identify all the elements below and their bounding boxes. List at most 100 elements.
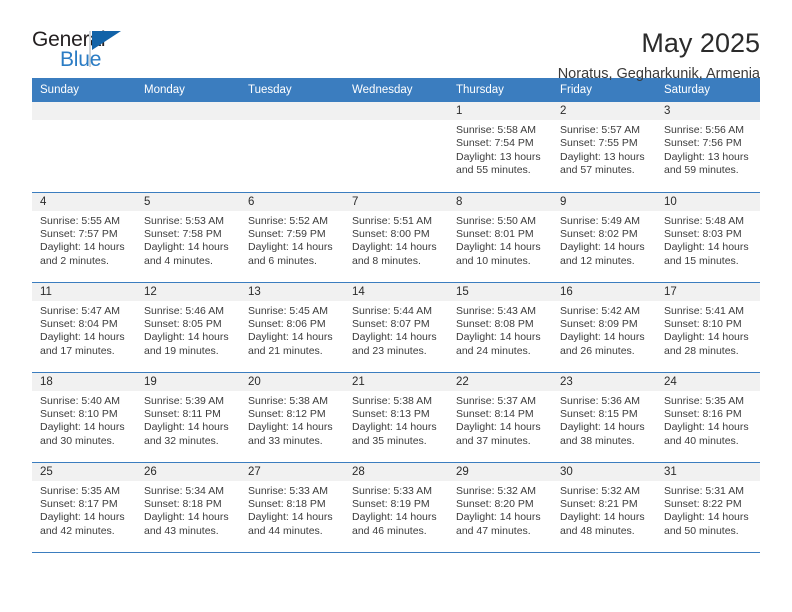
day-number: 22 (448, 372, 552, 391)
day-number: 24 (656, 372, 760, 391)
calendar-day-cell[interactable]: 9 Sunrise: 5:49 AM Sunset: 8:02 PM Daylight… (552, 192, 656, 283)
calendar-week-row: 1 Sunrise: 5:58 AM Sunset: 7:54 PM Daylight… (32, 102, 760, 193)
day-sun-info: Sunrise: 5:43 AM Sunset: 8:08 PM Daylight:… (448, 301, 552, 359)
calendar-day-cell[interactable]: 1 Sunrise: 5:58 AM Sunset: 7:54 PM Daylight… (448, 102, 552, 193)
calendar-day-cell[interactable]: 12 Sunrise: 5:46 AM Sunset: 8:05 PM Dayligh… (136, 282, 240, 373)
sunset-time: Sunset: 8:05 PM (144, 317, 222, 330)
day-cell-content (344, 102, 448, 191)
sunset-time: Sunset: 8:17 PM (40, 497, 118, 510)
day-sun-info: Sunrise: 5:34 AM Sunset: 8:18 PM Daylight:… (136, 481, 240, 539)
sunset-time: Sunset: 7:54 PM (456, 137, 534, 150)
day-sun-info: Sunrise: 5:37 AM Sunset: 8:14 PM Daylight:… (448, 391, 552, 449)
calendar-week-row: 25 Sunrise: 5:35 AM Sunset: 8:17 PM Dayligh… (32, 462, 760, 553)
page-header: General Blue May 2025 Noratus, Gegharkun… (32, 0, 760, 82)
calendar-day-cell[interactable]: 10 Sunrise: 5:48 AM Sunset: 8:03 PM Dayligh… (656, 192, 760, 283)
day-sun-info: Sunrise: 5:39 AM Sunset: 8:11 PM Daylight:… (136, 391, 240, 449)
calendar-day-cell[interactable]: 17 Sunrise: 5:41 AM Sunset: 8:10 PM Dayligh… (656, 282, 760, 373)
sunset-time: Sunset: 8:18 PM (248, 497, 326, 510)
calendar-day-cell[interactable]: 19 Sunrise: 5:39 AM Sunset: 8:11 PM Dayligh… (136, 372, 240, 463)
day-number: 26 (136, 462, 240, 481)
calendar-day-cell[interactable]: 26 Sunrise: 5:34 AM Sunset: 8:18 PM Dayligh… (136, 462, 240, 553)
day-number: 30 (552, 462, 656, 481)
daylight-duration: Daylight: 14 hours and 50 minutes. (664, 511, 749, 537)
calendar-day-cell[interactable]: 31 Sunrise: 5:31 AM Sunset: 8:22 PM Dayligh… (656, 462, 760, 553)
sunset-time: Sunset: 8:09 PM (560, 317, 638, 330)
sunset-time: Sunset: 8:12 PM (248, 407, 326, 420)
sunrise-time: Sunrise: 5:37 AM (456, 394, 536, 407)
calendar-day-cell[interactable]: 4 Sunrise: 5:55 AM Sunset: 7:57 PM Daylight… (32, 192, 136, 283)
calendar-day-cell[interactable]: 5 Sunrise: 5:53 AM Sunset: 7:58 PM Daylight… (136, 192, 240, 283)
day-number: 10 (656, 192, 760, 211)
day-cell-content: 18 Sunrise: 5:40 AM Sunset: 8:10 PM Dayligh… (32, 372, 136, 462)
calendar-day-cell[interactable]: 3 Sunrise: 5:56 AM Sunset: 7:56 PM Daylight… (656, 102, 760, 193)
daylight-duration: Daylight: 14 hours and 15 minutes. (664, 241, 749, 267)
sunrise-time: Sunrise: 5:50 AM (456, 214, 536, 227)
calendar-day-cell[interactable]: 16 Sunrise: 5:42 AM Sunset: 8:09 PM Dayligh… (552, 282, 656, 373)
daylight-duration: Daylight: 14 hours and 28 minutes. (664, 331, 749, 357)
calendar-day-cell[interactable]: 30 Sunrise: 5:32 AM Sunset: 8:21 PM Dayligh… (552, 462, 656, 553)
day-number (136, 102, 240, 120)
day-cell-content: 16 Sunrise: 5:42 AM Sunset: 8:09 PM Dayligh… (552, 282, 656, 372)
calendar-day-cell[interactable]: 15 Sunrise: 5:43 AM Sunset: 8:08 PM Dayligh… (448, 282, 552, 373)
sunset-time: Sunset: 8:20 PM (456, 497, 534, 510)
calendar-day-cell[interactable]: 8 Sunrise: 5:50 AM Sunset: 8:01 PM Daylight… (448, 192, 552, 283)
calendar-day-cell[interactable]: 2 Sunrise: 5:57 AM Sunset: 7:55 PM Daylight… (552, 102, 656, 193)
calendar-day-cell[interactable]: 20 Sunrise: 5:38 AM Sunset: 8:12 PM Dayligh… (240, 372, 344, 463)
day-cell-content (136, 102, 240, 191)
sunrise-time: Sunrise: 5:32 AM (560, 484, 640, 497)
sunset-time: Sunset: 8:16 PM (664, 407, 742, 420)
day-cell-content: 13 Sunrise: 5:45 AM Sunset: 8:06 PM Dayligh… (240, 282, 344, 372)
calendar-day-cell[interactable]: 22 Sunrise: 5:37 AM Sunset: 8:14 PM Dayligh… (448, 372, 552, 463)
calendar-day-cell[interactable]: 23 Sunrise: 5:36 AM Sunset: 8:15 PM Dayligh… (552, 372, 656, 463)
day-sun-info: Sunrise: 5:52 AM Sunset: 7:59 PM Daylight:… (240, 211, 344, 269)
weekday-header-sunday: Sunday (32, 78, 136, 102)
daylight-duration: Daylight: 14 hours and 6 minutes. (248, 241, 333, 267)
calendar-day-cell[interactable]: 24 Sunrise: 5:35 AM Sunset: 8:16 PM Dayligh… (656, 372, 760, 463)
daylight-duration: Daylight: 14 hours and 4 minutes. (144, 241, 229, 267)
sunrise-time: Sunrise: 5:35 AM (664, 394, 744, 407)
day-cell-content: 3 Sunrise: 5:56 AM Sunset: 7:56 PM Daylight… (656, 102, 760, 191)
calendar-day-cell[interactable]: 13 Sunrise: 5:45 AM Sunset: 8:06 PM Dayligh… (240, 282, 344, 373)
day-sun-info: Sunrise: 5:48 AM Sunset: 8:03 PM Daylight:… (656, 211, 760, 269)
title-block: May 2025 Noratus, Gegharkunik, Armenia (558, 28, 760, 84)
day-number: 16 (552, 282, 656, 301)
calendar-day-cell[interactable]: 21 Sunrise: 5:38 AM Sunset: 8:13 PM Dayligh… (344, 372, 448, 463)
calendar-day-cell[interactable]: 14 Sunrise: 5:44 AM Sunset: 8:07 PM Dayligh… (344, 282, 448, 373)
day-cell-content (240, 102, 344, 191)
sunrise-time: Sunrise: 5:56 AM (664, 124, 744, 136)
day-sun-info: Sunrise: 5:35 AM Sunset: 8:17 PM Daylight:… (32, 481, 136, 539)
general-blue-logo[interactable]: General Blue (32, 28, 152, 76)
sunset-time: Sunset: 7:55 PM (560, 137, 638, 150)
sunrise-time: Sunrise: 5:39 AM (144, 394, 224, 407)
daylight-duration: Daylight: 14 hours and 35 minutes. (352, 421, 437, 447)
day-cell-content: 6 Sunrise: 5:52 AM Sunset: 7:59 PM Daylight… (240, 192, 344, 282)
day-number: 5 (136, 192, 240, 211)
calendar-week-row: 4 Sunrise: 5:55 AM Sunset: 7:57 PM Daylight… (32, 192, 760, 283)
day-cell-content: 8 Sunrise: 5:50 AM Sunset: 8:01 PM Daylight… (448, 192, 552, 282)
day-cell-content: 12 Sunrise: 5:46 AM Sunset: 8:05 PM Dayligh… (136, 282, 240, 372)
calendar-week-row: 11 Sunrise: 5:47 AM Sunset: 8:04 PM Dayligh… (32, 282, 760, 373)
calendar-day-cell[interactable]: 18 Sunrise: 5:40 AM Sunset: 8:10 PM Dayligh… (32, 372, 136, 463)
daylight-duration: Daylight: 14 hours and 32 minutes. (144, 421, 229, 447)
sunrise-time: Sunrise: 5:57 AM (560, 124, 640, 136)
calendar-day-cell[interactable]: 11 Sunrise: 5:47 AM Sunset: 8:04 PM Dayligh… (32, 282, 136, 373)
day-number: 17 (656, 282, 760, 301)
daylight-duration: Daylight: 14 hours and 46 minutes. (352, 511, 437, 537)
day-cell-content: 11 Sunrise: 5:47 AM Sunset: 8:04 PM Dayligh… (32, 282, 136, 372)
calendar-day-cell[interactable]: 25 Sunrise: 5:35 AM Sunset: 8:17 PM Dayligh… (32, 462, 136, 553)
calendar-day-cell[interactable]: 29 Sunrise: 5:32 AM Sunset: 8:20 PM Dayligh… (448, 462, 552, 553)
sunrise-time: Sunrise: 5:48 AM (664, 214, 744, 227)
sunrise-time: Sunrise: 5:55 AM (40, 214, 120, 227)
calendar-day-cell[interactable]: 28 Sunrise: 5:33 AM Sunset: 8:19 PM Dayligh… (344, 462, 448, 553)
calendar-day-cell[interactable]: 6 Sunrise: 5:52 AM Sunset: 7:59 PM Daylight… (240, 192, 344, 283)
daylight-duration: Daylight: 14 hours and 12 minutes. (560, 241, 645, 267)
daylight-duration: Daylight: 14 hours and 43 minutes. (144, 511, 229, 537)
calendar-day-cell[interactable]: 27 Sunrise: 5:33 AM Sunset: 8:18 PM Dayligh… (240, 462, 344, 553)
daylight-duration: Daylight: 13 hours and 57 minutes. (560, 150, 645, 177)
sunrise-time: Sunrise: 5:31 AM (664, 484, 744, 497)
day-cell-content (32, 102, 136, 191)
sunset-time: Sunset: 8:02 PM (560, 227, 638, 240)
day-number: 3 (656, 102, 760, 120)
day-number: 8 (448, 192, 552, 211)
calendar-day-cell[interactable]: 7 Sunrise: 5:51 AM Sunset: 8:00 PM Daylight… (344, 192, 448, 283)
